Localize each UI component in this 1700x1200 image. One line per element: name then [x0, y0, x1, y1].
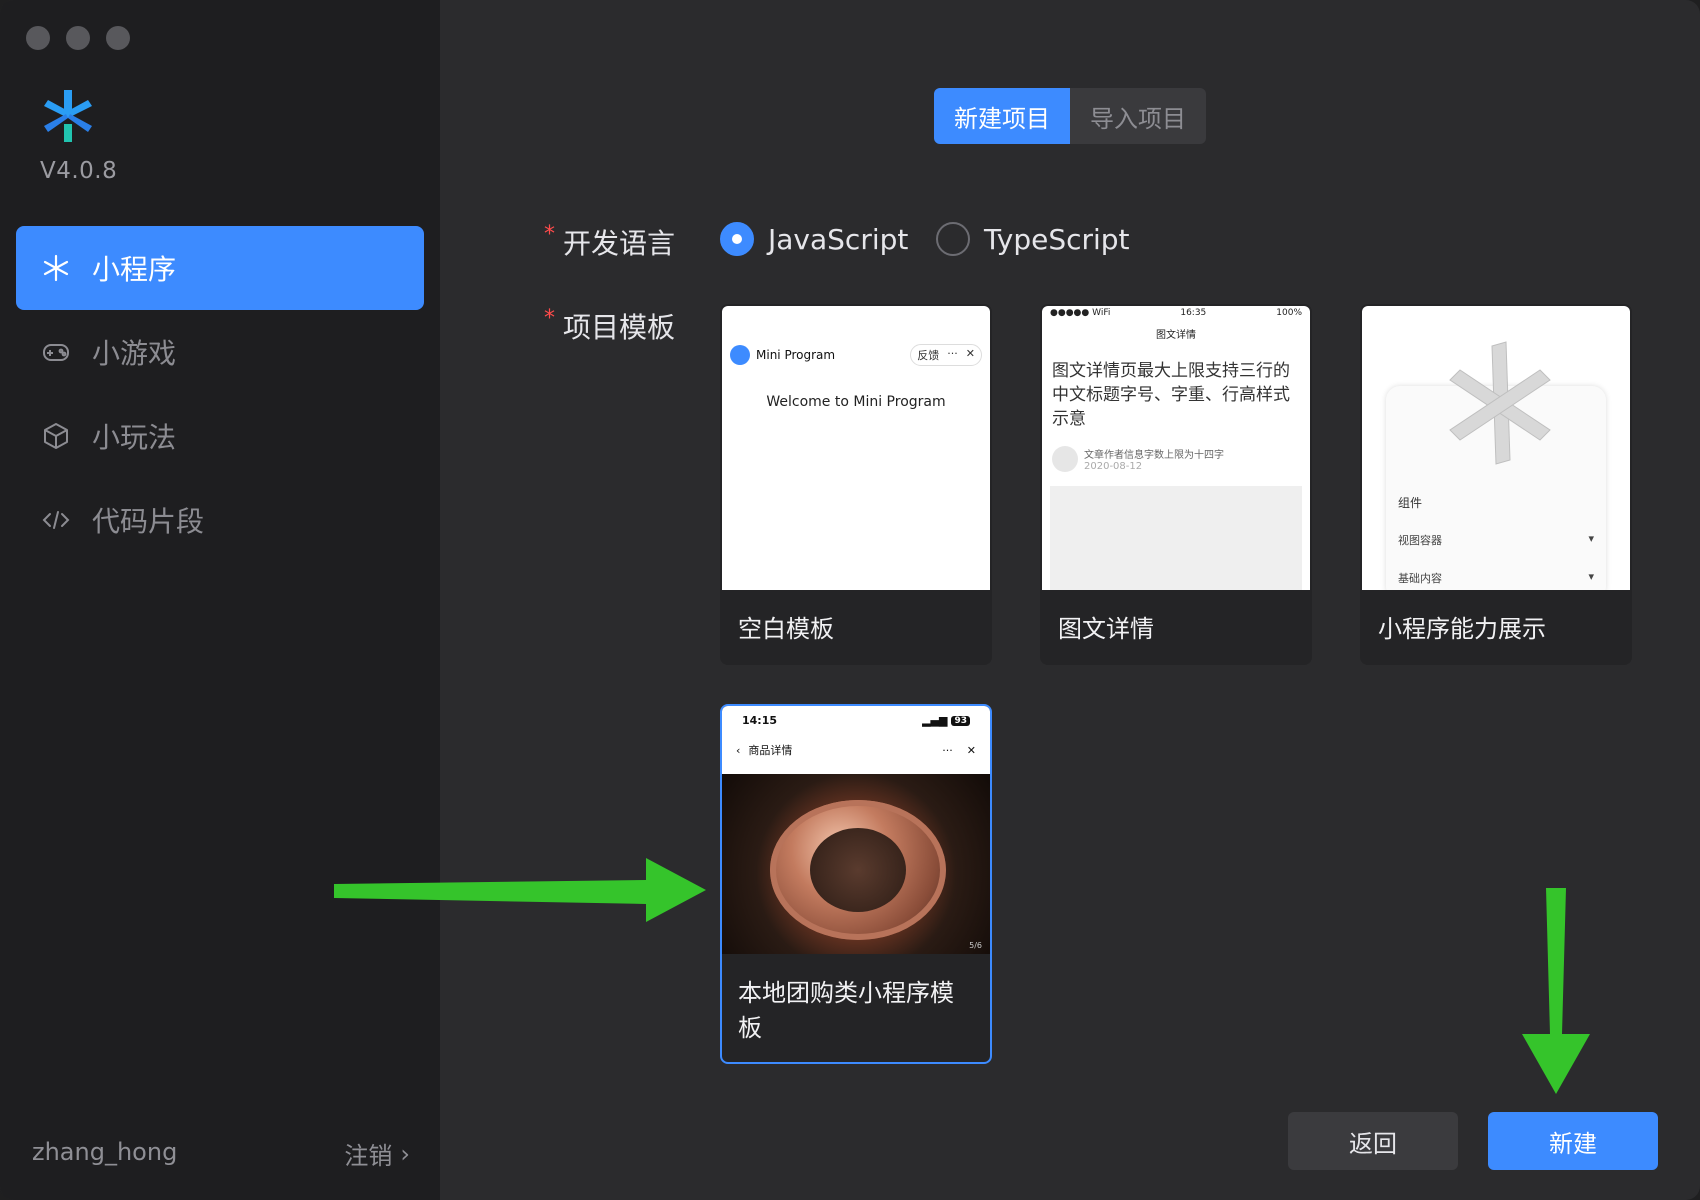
thumb-row-label: 视图容器 [1398, 534, 1442, 547]
sidebar-item-label: 小游戏 [92, 337, 177, 370]
thumb-status-time: 14:15 [742, 714, 778, 727]
template-card-title: 小程序能力展示 [1378, 615, 1546, 643]
mini-program-icon [40, 252, 72, 284]
close-window-button[interactable] [26, 26, 50, 50]
language-label: * 开发语言 [544, 222, 675, 262]
radio-dot [936, 222, 970, 256]
thumb-header: Mini Program 反馈 ··· ✕ [730, 340, 982, 370]
radio-typescript[interactable]: TypeScript [936, 222, 1130, 256]
mini-program-logo-icon [730, 345, 750, 365]
thumb-row: 基础内容 ▾ [1398, 570, 1594, 586]
template-label: * 项目模板 [544, 306, 675, 346]
radio-label: JavaScript [768, 222, 909, 256]
project-mode-tabs: 新建项目 导入项目 [934, 88, 1206, 144]
logout-label: 注销 [344, 1142, 393, 1170]
thumb-author-date: 2020-08-12 [1084, 461, 1143, 472]
radio-javascript[interactable]: JavaScript [720, 222, 908, 256]
radio-dot [720, 222, 754, 256]
thumb-status-bar: 14:15 ▂▄▆ 93 [722, 714, 990, 727]
thumb-capsule: ··· ✕ [942, 744, 976, 757]
thumb-headline: 图文详情页最大上限支持三行的中文标题字号、字重、行高样式示意 [1052, 361, 1290, 429]
thumb-status-time: 16:35 [1180, 308, 1207, 318]
thumb-image-placeholder [1050, 486, 1302, 590]
app-logo-icon [38, 88, 98, 148]
sidebar-item-label: 小玩法 [92, 421, 177, 454]
thumb-app-name: Mini Program [756, 348, 836, 362]
template-card-title: 空白模板 [738, 615, 834, 643]
close-icon: ✕ [966, 743, 976, 757]
template-card-capabilities[interactable]: 组件 视图容器 ▾ 基础内容 ▾ 小程序能力展示 [1360, 304, 1632, 665]
minimize-window-button[interactable] [66, 26, 90, 50]
thumb-pager: 5/6 [969, 941, 982, 950]
gamepad-icon [40, 336, 72, 368]
thumb-nav-title: 商品详情 [748, 744, 793, 757]
avatar [1052, 446, 1078, 472]
thumb-battery: ▂▄▆ 93 [922, 714, 970, 727]
thumb-status-battery: 100% [1276, 308, 1302, 318]
template-thumbnail: 14:15 ▂▄▆ 93 ‹ 商品详情 ··· ✕ 5/6 [722, 706, 990, 954]
3d-asterisk-icon [1449, 341, 1551, 465]
cube-icon [40, 420, 72, 452]
template-card-article[interactable]: ●●●●● WiFi 16:35 100% 图文详情 图文详情页最大上限支持三行… [1040, 304, 1312, 665]
chevron-right-icon: › [400, 1139, 410, 1168]
sidebar-item-mini-game[interactable]: 小游戏 [16, 310, 424, 394]
thumb-section-label: 组件 [1398, 496, 1423, 510]
logout-link[interactable]: 注销 › [344, 1136, 410, 1171]
sidebar-item-code-snippet[interactable]: 代码片段 [16, 478, 424, 562]
template-thumbnail: 组件 视图容器 ▾ 基础内容 ▾ [1362, 306, 1630, 590]
thumb-author-name: 文章作者信息字数上限为十四字 [1084, 450, 1224, 461]
tab-new-project[interactable]: 新建项目 [934, 88, 1070, 144]
chevron-down-icon: ▾ [1588, 570, 1594, 583]
template-card-blank[interactable]: Mini Program 反馈 ··· ✕ Welcome to Mini Pr… [720, 304, 992, 665]
thumb-status-left: ●●●●● WiFi [1050, 308, 1111, 318]
thumb-author-meta: 文章作者信息字数上限为十四字 2020-08-12 [1084, 446, 1224, 472]
code-icon [40, 504, 72, 536]
thumb-feedback: 反馈 [917, 349, 940, 362]
more-icon: ··· [942, 743, 953, 757]
back-chevron-icon: ‹ [736, 743, 741, 757]
tab-import-project[interactable]: 导入项目 [1070, 88, 1206, 144]
language-label-text: 开发语言 [563, 227, 676, 260]
main-panel: 新建项目 导入项目 * 开发语言 JavaScript TypeScript * 项… [440, 0, 1700, 1200]
template-card-title: 图文详情 [1058, 615, 1154, 643]
battery-icon: 93 [951, 715, 970, 726]
version-label: V4.0.8 [40, 158, 118, 184]
template-thumbnail: ●●●●● WiFi 16:35 100% 图文详情 图文详情页最大上限支持三行… [1042, 306, 1310, 590]
username: zhang_hong [32, 1138, 178, 1166]
thumb-nav: ‹ 商品详情 ··· ✕ [722, 742, 990, 758]
required-mark: * [544, 222, 555, 247]
thumb-row: 视图容器 ▾ [1398, 532, 1594, 548]
signal-icon: ▂▄▆ [922, 714, 948, 727]
window-controls [26, 26, 130, 50]
thumb-author: 文章作者信息字数上限为十四字 2020-08-12 [1052, 446, 1224, 472]
radio-label: TypeScript [984, 222, 1130, 256]
close-icon: ✕ [965, 347, 975, 360]
template-card-local-group-buy[interactable]: 14:15 ▂▄▆ 93 ‹ 商品详情 ··· ✕ 5/6 本地团购类小程序模板 [720, 704, 992, 1064]
sidebar: V4.0.8 小程序 小游戏 小玩法 代码片段 zhang_hong 注销 › [0, 0, 440, 1200]
template-label-text: 项目模板 [563, 311, 676, 344]
sidebar-item-mini-program[interactable]: 小程序 [16, 226, 424, 310]
app-window: V4.0.8 小程序 小游戏 小玩法 代码片段 zhang_hong 注销 › … [0, 0, 1700, 1200]
hotpot-inner [810, 828, 906, 912]
thumb-welcome: Welcome to Mini Program [766, 394, 946, 410]
sidebar-item-label: 代码片段 [92, 505, 205, 538]
zoom-window-button[interactable] [106, 26, 130, 50]
sidebar-nav: 小程序 小游戏 小玩法 代码片段 [16, 226, 424, 562]
sidebar-item-mini-play[interactable]: 小玩法 [16, 394, 424, 478]
thumb-capsule: 反馈 ··· ✕ [910, 344, 982, 366]
template-thumbnail: Mini Program 反馈 ··· ✕ Welcome to Mini Pr… [722, 306, 990, 590]
chevron-down-icon: ▾ [1588, 532, 1594, 545]
thumb-status-bar: ●●●●● WiFi 16:35 100% [1042, 308, 1310, 322]
thumb-row-label: 基础内容 [1398, 572, 1442, 585]
sidebar-item-label: 小程序 [92, 253, 177, 286]
required-mark: * [544, 306, 555, 331]
template-card-title: 本地团购类小程序模板 [738, 979, 954, 1042]
thumb-nav-title: 图文详情 [1156, 330, 1196, 341]
more-icon: ··· [947, 347, 958, 360]
create-button[interactable]: 新建 [1488, 1112, 1658, 1170]
back-button[interactable]: 返回 [1288, 1112, 1458, 1170]
